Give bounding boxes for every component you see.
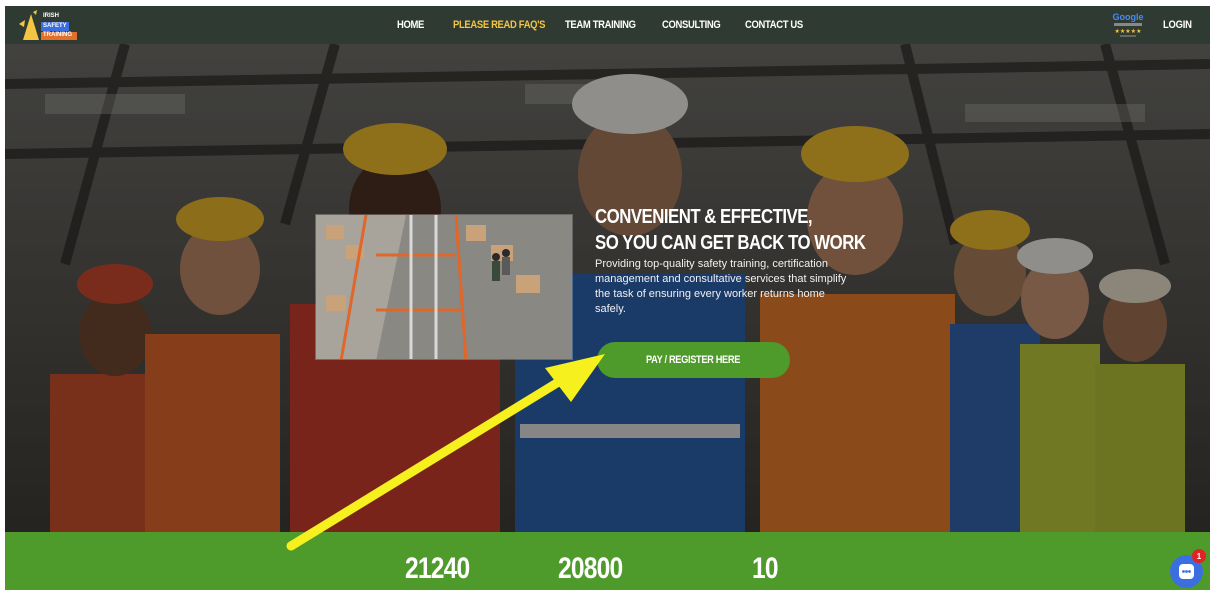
google-rating-badge[interactable]: Google ★★★★★: [1108, 10, 1148, 40]
nav-consulting[interactable]: CONSULTING: [662, 19, 721, 31]
hero-section: CONVENIENT & EFFECTIVE, SO YOU CAN GET B…: [5, 44, 1210, 532]
login-link[interactable]: LOGIN: [1163, 19, 1192, 31]
hero-title-line-1: CONVENIENT & EFFECTIVE,: [595, 206, 813, 228]
warehouse-video-thumbnail[interactable]: [315, 214, 573, 360]
stat-value-3: 10: [752, 552, 779, 585]
stat-value-1: 21240: [405, 552, 470, 585]
stats-bar: 21240 20800 10: [5, 532, 1210, 590]
hero-title-line-2: SO YOU CAN GET BACK TO WORK: [595, 232, 866, 254]
hero-title: CONVENIENT & EFFECTIVE, SO YOU CAN GET B…: [595, 204, 866, 256]
pay-register-label: PAY / REGISTER HERE: [646, 354, 741, 366]
hero-description: Providing top-quality safety training, c…: [595, 258, 847, 315]
pay-register-button[interactable]: PAY / REGISTER HERE: [597, 342, 790, 378]
chat-notification-badge: 1: [1192, 549, 1206, 563]
nav-team-training[interactable]: TEAM TRAINING: [565, 19, 636, 31]
nav-home[interactable]: HOME: [397, 19, 424, 31]
nav-contact[interactable]: CONTACT US: [745, 19, 803, 31]
main-menu: HOME PLEASE READ FAQ'S TEAM TRAINING CON…: [5, 6, 1210, 44]
google-badge-brand: Google: [1113, 12, 1144, 22]
page-frame: IRISH SAFETY TRAINING HOME PLEASE READ F…: [5, 6, 1210, 590]
top-nav: IRISH SAFETY TRAINING HOME PLEASE READ F…: [5, 6, 1210, 44]
nav-faqs[interactable]: PLEASE READ FAQ'S: [453, 19, 545, 31]
svg-text:★★★★★: ★★★★★: [1115, 28, 1142, 35]
stat-value-2: 20800: [558, 552, 623, 585]
